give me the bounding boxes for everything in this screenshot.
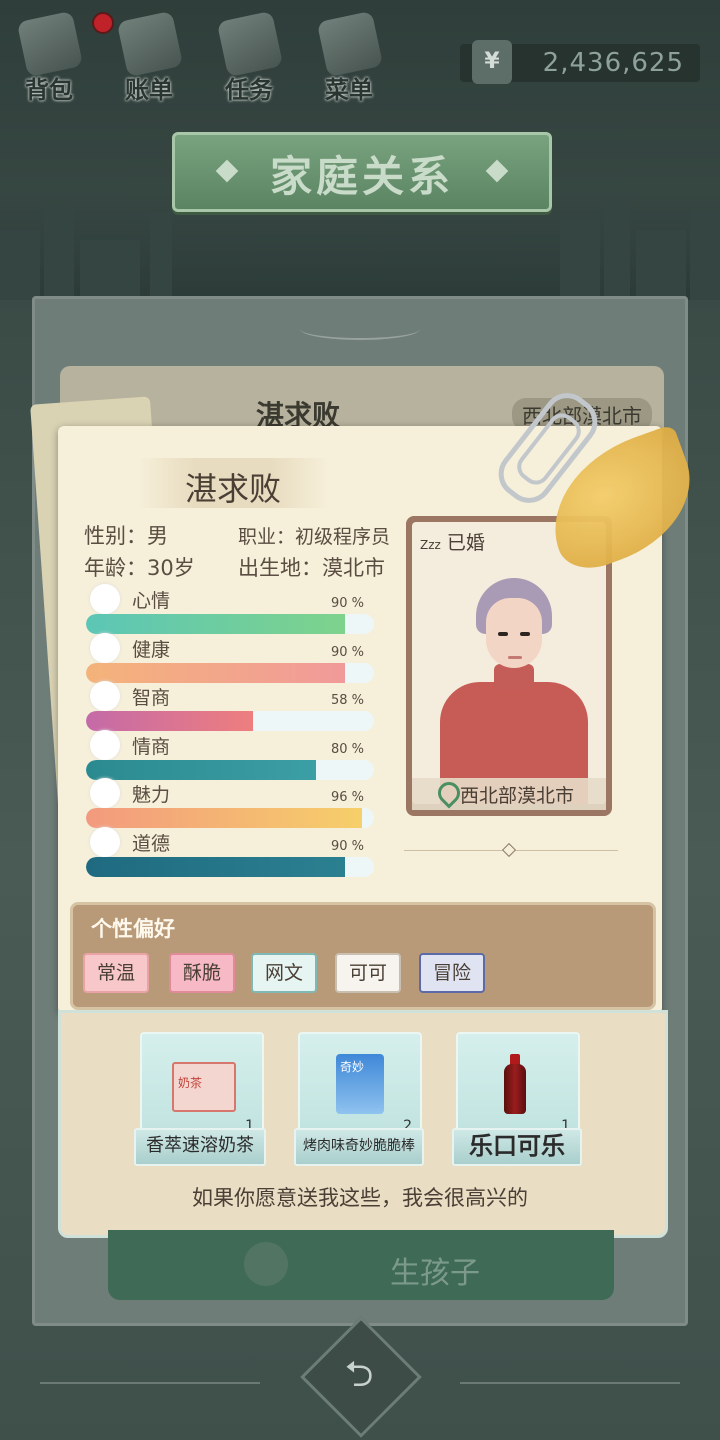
page-title-banner: 家庭关系 xyxy=(172,132,552,212)
topbar-bill-label: 账单 xyxy=(125,76,173,104)
have-child-button[interactable]: 生孩子 xyxy=(108,1230,614,1300)
stat-label: 智商 xyxy=(132,687,171,709)
scale-icon xyxy=(90,827,120,857)
stat-percent: 58 % xyxy=(330,693,364,708)
pref-tag: 可可 xyxy=(335,953,401,993)
pref-tag: 常温 xyxy=(83,953,149,993)
stat-label: 魅力 xyxy=(132,784,171,806)
angel-icon xyxy=(244,1242,288,1286)
stat-percent: 96 % xyxy=(330,790,364,805)
stat-bar-fill xyxy=(86,711,254,731)
money-display: ¥ 2,436,625 xyxy=(460,40,700,84)
birthplace-label: 出生地： xyxy=(238,556,322,580)
flourish-ornament xyxy=(300,318,420,340)
job-value: 初级程序员 xyxy=(295,526,391,548)
stat-bar xyxy=(86,614,374,634)
marital-status-text: 已婚 xyxy=(446,532,485,554)
stat-bar-fill xyxy=(86,760,317,780)
stat-bar-fill xyxy=(86,857,346,877)
stat-percent: 80 % xyxy=(330,742,364,757)
bulb-icon xyxy=(90,681,120,711)
gift-slot-snack[interactable]: 奇妙 2 xyxy=(298,1032,422,1140)
job-info: 职业：初级程序员 xyxy=(238,522,390,549)
age-value: 30岁 xyxy=(147,556,195,580)
menu-icon xyxy=(316,10,384,78)
stat-bar xyxy=(86,711,374,731)
stat-bar-fill xyxy=(86,614,346,634)
divider-diamond-icon xyxy=(501,842,517,858)
age-info: 年龄：30岁 xyxy=(84,552,195,582)
topbar-bill[interactable]: 账单 xyxy=(104,10,194,104)
milk-tea-box-icon: 奶茶 xyxy=(172,1054,236,1112)
return-icon: ⮌ xyxy=(344,1354,374,1395)
profile-name: 湛求败 xyxy=(184,470,281,508)
topbar-task-label: 任务 xyxy=(225,76,273,104)
gift-name: 烤肉味奇妙脆脆棒 xyxy=(294,1128,424,1166)
stat-bar-fill xyxy=(86,663,346,683)
topbar-menu[interactable]: 菜单 xyxy=(304,10,394,104)
cola-bottle-icon xyxy=(488,1054,548,1114)
apple-icon xyxy=(90,730,120,760)
sleep-icon: Zzz xyxy=(420,538,441,552)
task-icon xyxy=(216,10,284,78)
stat-percent: 90 % xyxy=(330,645,364,660)
snack-bag-icon: 奇妙 xyxy=(330,1054,390,1114)
preferences-box: 个性偏好 常温 酥脆 网文 可可 冒险 xyxy=(70,902,656,1010)
stat-bar xyxy=(86,663,374,683)
gender-label: 性别： xyxy=(84,524,147,548)
gift-caption: 如果你愿意送我这些，我会很高兴的 xyxy=(192,1186,528,1210)
stat-percent: 90 % xyxy=(330,839,364,854)
pref-tag: 冒险 xyxy=(419,953,485,993)
heart-icon xyxy=(90,633,120,663)
smile-icon xyxy=(90,584,120,614)
money-value: 2,436,625 xyxy=(542,48,684,78)
stat-bar xyxy=(86,857,374,877)
divider xyxy=(40,1382,260,1384)
yen-icon: ¥ xyxy=(472,40,512,84)
topbar-menu-label: 菜单 xyxy=(325,76,373,104)
gift-slot-milk-tea[interactable]: 奶茶 1 xyxy=(140,1032,264,1140)
stat-label: 健康 xyxy=(132,639,171,661)
stat-label: 心情 xyxy=(132,590,171,612)
stat-label: 情商 xyxy=(132,736,171,758)
sparkle-icon xyxy=(90,778,120,808)
marital-status: Zzz 已婚 xyxy=(420,528,485,555)
gender-value: 男 xyxy=(147,524,168,548)
preferences-title: 个性偏好 xyxy=(91,917,175,941)
stat-percent: 90 % xyxy=(330,596,364,611)
profile-name-bar: 湛求败 xyxy=(138,458,328,508)
pref-tag: 网文 xyxy=(251,953,317,993)
gift-name: 乐口可乐 xyxy=(452,1128,582,1166)
stat-bar-fill xyxy=(86,808,363,828)
pref-tag: 酥脆 xyxy=(169,953,235,993)
job-label: 职业： xyxy=(238,526,296,548)
portrait-location: 西北部漠北市 xyxy=(460,785,575,807)
divider xyxy=(460,1382,680,1384)
stat-label: 道德 xyxy=(132,833,171,855)
topbar-bag-label: 背包 xyxy=(25,76,73,104)
topbar-bag[interactable]: 背包 xyxy=(4,10,94,104)
stat-bar xyxy=(86,760,374,780)
gender-info: 性别：男 xyxy=(84,520,168,550)
birthplace-info: 出生地：漠北市 xyxy=(238,552,385,582)
gift-slot-cola[interactable]: 1 xyxy=(456,1032,580,1140)
bag-icon xyxy=(16,10,84,78)
have-child-label: 生孩子 xyxy=(390,1256,480,1291)
birthplace-value: 漠北市 xyxy=(322,556,385,580)
portrait-location-bar: 西北部漠北市 xyxy=(412,777,606,810)
bill-icon xyxy=(116,10,184,78)
stat-bar xyxy=(86,808,374,828)
topbar-task[interactable]: 任务 xyxy=(204,10,294,104)
gift-name: 香萃速溶奶茶 xyxy=(134,1128,266,1166)
age-label: 年龄： xyxy=(84,556,147,580)
